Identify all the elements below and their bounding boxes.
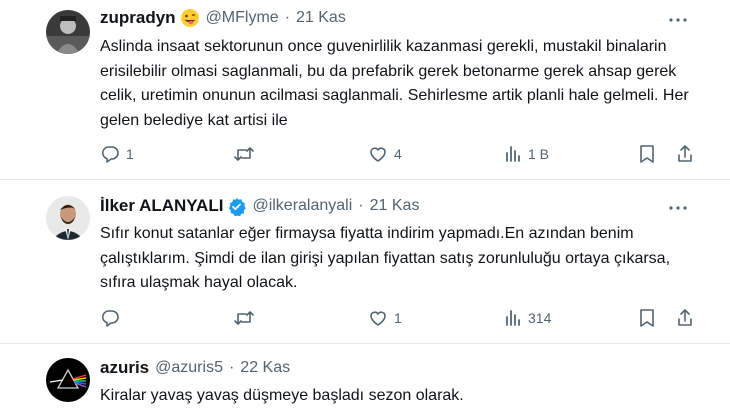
reply-icon bbox=[100, 308, 120, 328]
separator-dot: · bbox=[358, 197, 364, 214]
like-icon bbox=[368, 308, 388, 328]
bookmark-icon bbox=[638, 144, 656, 164]
reply-icon bbox=[100, 144, 120, 164]
verified-badge-icon bbox=[227, 197, 247, 216]
tweet-1[interactable]: zupradyn @MFlyme · 21 Kas Aslinda insaat… bbox=[0, 0, 730, 180]
tweet-header: İlker ALANYALI @ilkeralanyali · 21 Kas bbox=[100, 194, 419, 218]
tweet-header: azuris @azuris5 · 22 Kas bbox=[100, 356, 290, 380]
retweet-button[interactable] bbox=[233, 308, 261, 328]
avatar-ilkeralanyali[interactable] bbox=[46, 196, 90, 240]
separator-dot: · bbox=[228, 359, 235, 376]
views-icon bbox=[504, 308, 522, 328]
share-icon bbox=[676, 144, 694, 164]
like-button[interactable]: 1 bbox=[368, 308, 402, 328]
views-button[interactable]: 314 bbox=[504, 308, 551, 328]
author-handle[interactable]: @MFlyme bbox=[206, 9, 279, 27]
tweet-date[interactable]: 22 Kas bbox=[240, 359, 290, 377]
tweet-text: Aslinda insaat sektorunun once guvenirli… bbox=[100, 38, 694, 129]
views-button[interactable]: 1 B bbox=[504, 144, 549, 164]
like-button[interactable]: 4 bbox=[368, 144, 402, 164]
retweet-icon bbox=[233, 144, 255, 164]
tweet-text: Kiralar yavaş yavaş düşmeye başladı sezo… bbox=[100, 387, 464, 404]
more-icon[interactable] bbox=[668, 198, 688, 218]
bookmark-button[interactable] bbox=[638, 308, 656, 328]
views-icon bbox=[504, 144, 522, 164]
reply-count: 1 bbox=[126, 146, 134, 162]
share-button[interactable] bbox=[676, 308, 694, 328]
tweet-text: Sıfır konut satanlar eğer firmaysa fiyat… bbox=[100, 225, 675, 291]
reply-button[interactable] bbox=[100, 308, 126, 328]
views-count: 314 bbox=[528, 310, 552, 326]
views-count: 1 B bbox=[528, 146, 550, 162]
share-button[interactable] bbox=[676, 144, 694, 164]
bookmark-button[interactable] bbox=[638, 144, 656, 164]
author-handle[interactable]: @ilkeralanyali bbox=[252, 197, 352, 215]
tweet-2[interactable]: İlker ALANYALI @ilkeralanyali · 21 Kas S… bbox=[0, 180, 730, 344]
bookmark-icon bbox=[638, 308, 656, 328]
retweet-button[interactable] bbox=[233, 144, 261, 164]
tweet-date[interactable]: 21 Kas bbox=[296, 9, 346, 27]
tweet-actions: 1 4 1 B bbox=[100, 144, 700, 166]
tweet-header: zupradyn @MFlyme · 21 Kas bbox=[100, 6, 346, 30]
emoji-icon bbox=[180, 8, 200, 28]
avatar-zupradyn[interactable] bbox=[46, 10, 90, 54]
like-count: 4 bbox=[394, 146, 402, 162]
tweet-3[interactable]: azuris @azuris5 · 22 Kas Kiralar yavaş y… bbox=[0, 344, 730, 420]
share-icon bbox=[676, 308, 694, 328]
retweet-icon bbox=[233, 308, 255, 328]
reply-button[interactable]: 1 bbox=[100, 144, 134, 164]
author-name[interactable]: zupradyn bbox=[100, 8, 176, 28]
separator-dot: · bbox=[284, 9, 291, 26]
like-icon bbox=[368, 144, 388, 164]
more-icon[interactable] bbox=[668, 10, 688, 30]
tweet-date[interactable]: 21 Kas bbox=[370, 197, 420, 215]
avatar-azuris[interactable] bbox=[46, 358, 90, 402]
author-name[interactable]: azuris bbox=[100, 358, 149, 378]
like-count: 1 bbox=[394, 310, 402, 326]
tweet-actions: 1 314 bbox=[100, 308, 700, 330]
author-name[interactable]: İlker ALANYALI bbox=[100, 196, 223, 216]
author-handle[interactable]: @azuris5 bbox=[155, 359, 223, 377]
